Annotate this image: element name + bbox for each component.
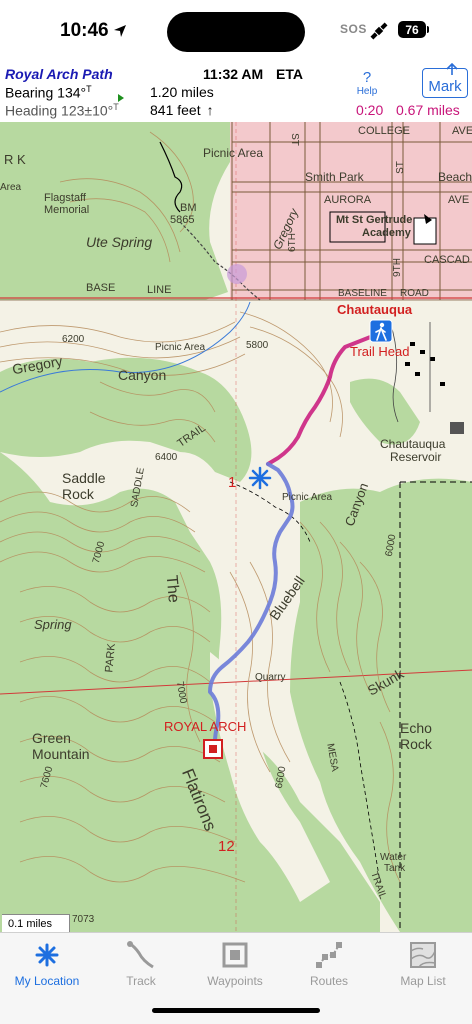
section-number-label: 1: [228, 474, 237, 491]
tab-waypoints[interactable]: Waypoints: [188, 939, 282, 991]
location-arrow-icon: [113, 25, 126, 37]
map-label: Memorial: [44, 204, 90, 216]
trail-head-type-label: Trail Head: [350, 344, 410, 359]
map-label: AURORA: [324, 194, 372, 206]
map-label: 6200: [62, 334, 85, 345]
dynamic-island: [167, 12, 305, 52]
map-label: CASCAD: [424, 254, 470, 266]
status-time: 10:46: [60, 20, 127, 42]
map-label: Academy: [362, 227, 411, 239]
help-icon: ?: [362, 69, 372, 86]
map-label: Picnic Area: [203, 146, 264, 160]
tab-track[interactable]: Track: [94, 939, 188, 991]
elevation-gain: 841 feet ↑: [150, 102, 214, 118]
map-label: BASE: [86, 282, 116, 294]
trail-head-marker[interactable]: [369, 319, 393, 343]
home-indicator: [152, 1008, 320, 1013]
map-scale-bar: 0.1 miles: [2, 914, 70, 932]
map-label: Saddle: [62, 470, 106, 486]
royal-arch-waypoint-marker[interactable]: [203, 739, 223, 759]
satellite-icon: [370, 22, 388, 40]
map-label: 5865: [170, 214, 195, 226]
map-label: Tank: [384, 863, 406, 874]
map-label: PARK: [103, 642, 118, 674]
eta-time: 11:32 AM: [203, 66, 264, 82]
map-label: ST: [394, 161, 406, 174]
map-label: Echo: [400, 720, 432, 736]
map-label: 7073: [72, 914, 95, 925]
map-label: Area: [0, 182, 22, 193]
map-label: Mountain: [32, 746, 90, 762]
map-label: Smith Park: [305, 170, 364, 184]
map-label: BM: [180, 202, 197, 214]
map-label: AVE: [452, 125, 472, 137]
map-list-icon: [410, 942, 436, 968]
section-number-label: 12: [218, 838, 235, 855]
map-label: 5800: [246, 340, 269, 351]
map-label: ST: [288, 133, 300, 146]
map-label: Reservoir: [390, 450, 442, 464]
battery-tip: [427, 26, 429, 33]
map-label: Water: [380, 852, 407, 863]
current-location-marker: [248, 466, 272, 490]
topographic-map[interactable]: Picnic Area COLLEGE AVE Smith Park Beach…: [0, 122, 472, 932]
distance-to-destination: 1.20 miles: [150, 84, 214, 100]
star-location-icon: [35, 943, 59, 967]
sos-indicator: SOS: [340, 22, 367, 36]
map-label: LINE: [147, 284, 172, 296]
heading-readout: Heading 123±10°T: [5, 102, 119, 119]
tab-my-location[interactable]: My Location: [0, 939, 94, 991]
map-label: 6400: [155, 452, 178, 463]
map-label: Ute Spring: [86, 234, 153, 250]
waypoint-name-label: ROYAL ARCH: [164, 719, 247, 734]
route-name[interactable]: Royal Arch Path: [5, 66, 113, 82]
map-label: Flagstaff: [44, 192, 86, 204]
tab-map-list[interactable]: Map List: [376, 939, 470, 991]
map-label: Rock: [62, 486, 94, 502]
map-label: Picnic Area: [282, 492, 333, 503]
routes-icon: [316, 942, 342, 968]
status-bar: 10:46 SOS 76: [0, 0, 472, 62]
track-icon: [127, 941, 154, 969]
tab-routes[interactable]: Routes: [282, 939, 376, 991]
map-label: Chautauqua: [380, 437, 446, 451]
map-label: AVE: [448, 194, 470, 206]
bearing-readout: Bearing 134°T: [5, 84, 92, 101]
waypoint-icon: [222, 942, 248, 968]
navigation-info-header: Royal Arch Path Bearing 134°T Heading 12…: [0, 62, 472, 122]
map-label: R K: [4, 152, 26, 167]
map-label: BASELINE: [338, 288, 387, 299]
map-label: Spring: [34, 617, 72, 632]
share-arrow-icon: [446, 63, 458, 75]
map-label: 9TH: [391, 258, 403, 277]
map-label: Canyon: [118, 367, 167, 383]
map-label: Picnic Area: [155, 342, 206, 353]
map-label: Mt St Gertrude: [336, 214, 413, 226]
trail-head-name-label: Chautauqua: [337, 302, 413, 317]
map-label: COLLEGE: [358, 125, 410, 137]
time-remaining: 0:20: [356, 102, 384, 118]
battery-indicator: 76: [398, 21, 426, 38]
elevation-up-arrow-icon: ↑: [206, 102, 214, 118]
map-label: Green: [32, 730, 71, 746]
distance-remaining: 0.67 miles: [396, 102, 460, 118]
direction-arrow-icon: [118, 94, 124, 102]
map-label: Beach: [438, 170, 472, 184]
map-label: Rock: [400, 736, 432, 752]
map-label: The: [162, 574, 182, 604]
map-label: Quarry: [255, 672, 286, 683]
map-label: ROAD: [400, 288, 429, 299]
help-button[interactable]: ? Help: [352, 70, 382, 102]
eta-label: ETA: [276, 66, 303, 82]
map-canvas[interactable]: [0, 122, 472, 932]
